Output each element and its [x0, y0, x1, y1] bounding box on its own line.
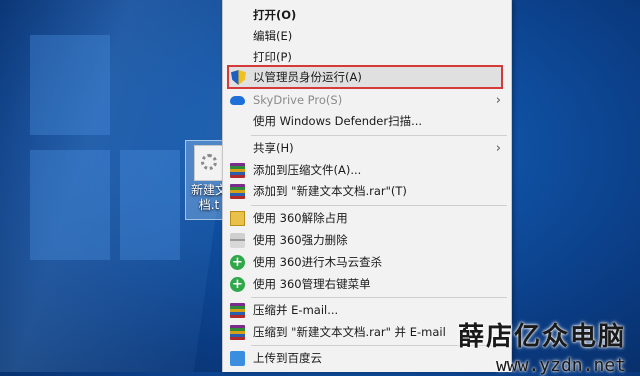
menu-item-label: 使用 360管理右键菜单: [253, 277, 371, 291]
menu-item-add-to-rar[interactable]: 添加到 "新建文本文档.rar"(T): [223, 181, 511, 202]
winrar-icon: [230, 325, 245, 340]
menu-item-label: 压缩到 "新建文本文档.rar" 并 E-mail: [253, 325, 446, 339]
menu-item-label: SkyDrive Pro(S): [253, 93, 343, 107]
shredder-icon: [230, 233, 245, 248]
menu-item-label: 使用 360解除占用: [253, 211, 348, 225]
menu-item-360-manage-menu[interactable]: 使用 360管理右键菜单: [223, 274, 511, 295]
menu-item-run-as-admin[interactable]: 以管理员身份运行(A): [227, 65, 503, 89]
winrar-icon: [230, 184, 245, 199]
menu-item-360-unlock[interactable]: 使用 360解除占用: [223, 208, 511, 229]
menu-item-defender-scan[interactable]: 使用 Windows Defender扫描...: [223, 111, 511, 132]
menu-item-label: 添加到 "新建文本文档.rar"(T): [253, 184, 407, 198]
gear-icon: [201, 154, 217, 170]
desktop-window-pane: [30, 150, 110, 260]
folder-unlock-icon: [230, 211, 245, 226]
menu-item-open[interactable]: 打开(O): [223, 5, 511, 26]
watermark-title: 薛店亿众电脑: [457, 322, 626, 352]
desktop-window-pane: [30, 35, 110, 135]
menu-item-label: 以管理员身份运行(A): [253, 70, 362, 84]
menu-item-label: 压缩并 E-mail...: [253, 303, 339, 317]
winrar-icon: [230, 303, 245, 318]
menu-item-edit[interactable]: 编辑(E): [223, 26, 511, 47]
watermark-url: www.yzdn.net: [495, 355, 626, 376]
winrar-icon: [230, 163, 245, 178]
menu-item-label: 使用 360强力删除: [253, 233, 348, 247]
menu-separator: [251, 297, 507, 298]
menu-item-share[interactable]: 共享(H) ›: [223, 138, 511, 159]
cloud-icon: [230, 96, 245, 105]
menu-item-label: 编辑(E): [253, 29, 293, 43]
menu-item-label: 上传到百度云: [253, 351, 322, 365]
baidu-cloud-icon: [230, 351, 245, 366]
chevron-right-icon: ›: [495, 93, 501, 108]
text-file-icon: [194, 145, 224, 181]
watermark: 薛店亿众电脑 www.yzdn.net: [458, 316, 626, 376]
menu-separator: [251, 205, 507, 206]
menu-item-label: 使用 Windows Defender扫描...: [253, 114, 423, 128]
menu-item-label: 共享(H): [253, 141, 294, 155]
menu-item-360-shred[interactable]: 使用 360强力删除: [223, 230, 511, 251]
menu-item-add-to-archive[interactable]: 添加到压缩文件(A)...: [223, 160, 511, 181]
chevron-right-icon: ›: [495, 141, 501, 156]
menu-item-360-trojan-scan[interactable]: 使用 360进行木马云查杀: [223, 252, 511, 273]
desktop-window-pane: [120, 150, 180, 260]
360-plus-icon: [230, 277, 245, 292]
menu-item-label: 添加到压缩文件(A)...: [253, 163, 362, 177]
360-plus-icon: [230, 255, 245, 270]
menu-item-skydrive[interactable]: SkyDrive Pro(S) ›: [223, 90, 511, 111]
menu-item-label: 使用 360进行木马云查杀: [253, 255, 383, 269]
uac-shield-icon: [231, 70, 246, 85]
menu-item-label: 打开(O): [253, 8, 297, 22]
menu-separator: [251, 135, 507, 136]
